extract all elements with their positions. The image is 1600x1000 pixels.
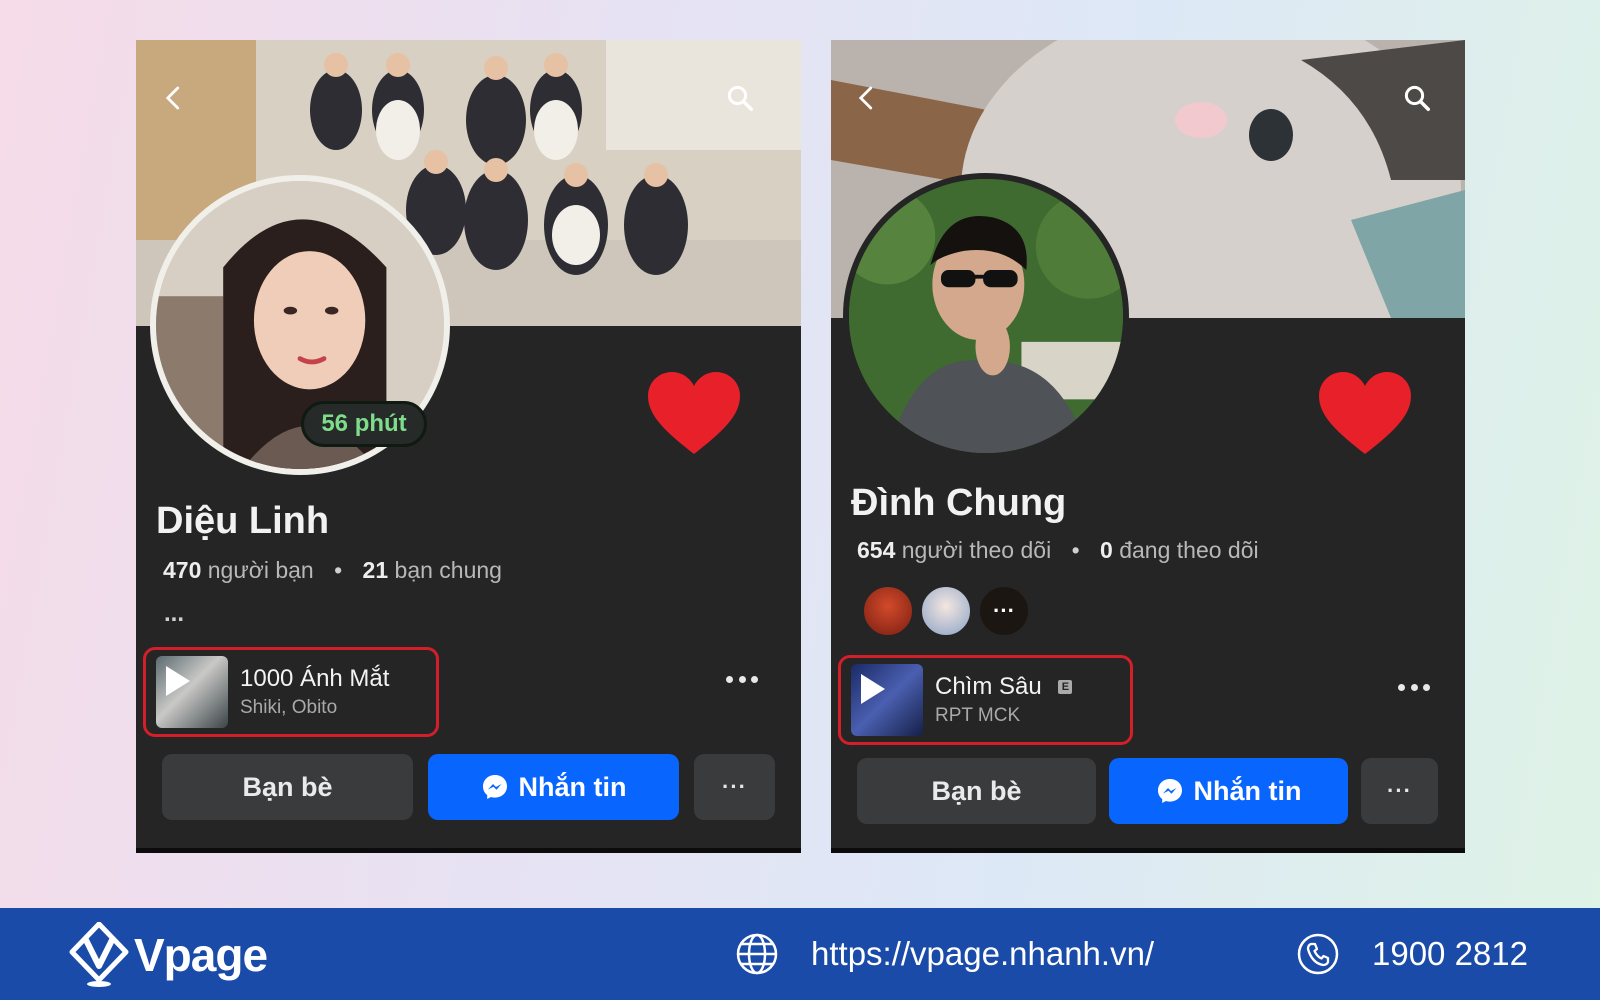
album-art — [156, 656, 228, 728]
back-arrow-icon — [858, 86, 873, 110]
friend-count: 470 — [163, 557, 202, 583]
mutual-avatar[interactable] — [862, 585, 914, 637]
mutual-followers[interactable]: ··· — [862, 585, 1030, 637]
search-button[interactable] — [1397, 78, 1437, 118]
song-title-row: Chìm Sâu E — [935, 673, 1073, 701]
friend-stats: 470 người bạn • 21 bạn chung — [163, 557, 502, 584]
more-options-button[interactable] — [1398, 675, 1430, 699]
profile-music-card[interactable]: 1000 Ánh Mắt Shiki, Obito — [143, 647, 439, 737]
more-actions-button[interactable]: ··· — [694, 754, 775, 820]
follower-count: 654 — [857, 537, 896, 563]
vpage-logo-icon — [69, 922, 129, 987]
song-title: 1000 Ánh Mắt — [240, 665, 390, 692]
profile-music-card[interactable]: Chìm Sâu E RPT MCK — [838, 655, 1133, 745]
website-link[interactable]: https://vpage.nhanh.vn/ — [735, 908, 1154, 1000]
explicit-badge: E — [1058, 680, 1073, 694]
mutual-count-label: bạn chung — [394, 557, 502, 583]
follower-count-label: người theo dõi — [901, 537, 1052, 563]
profile-name: Đình Chung — [851, 482, 1067, 524]
back-button[interactable] — [154, 78, 194, 118]
messenger-icon — [1157, 779, 1182, 803]
more-actions-button[interactable]: ··· — [1361, 758, 1438, 824]
messenger-icon — [482, 775, 507, 799]
bio-ellipsis[interactable]: ... — [164, 600, 184, 628]
heart-icon[interactable] — [1317, 370, 1413, 456]
phone-contact[interactable]: 1900 2812 — [1296, 908, 1528, 1000]
album-art — [851, 664, 923, 736]
footer-banner: Vpage https://vpage.nhanh.vn/ 1900 2812 — [0, 908, 1600, 1000]
back-arrow-icon — [165, 86, 180, 110]
profile-name: Diệu Linh — [156, 500, 330, 542]
mutual-count: 21 — [362, 557, 389, 583]
message-button[interactable]: Nhắn tin — [1109, 758, 1348, 824]
friends-button[interactable]: Bạn bè — [857, 758, 1096, 824]
song-artist: RPT MCK — [935, 705, 1021, 726]
vpage-logo[interactable]: Vpage — [68, 922, 268, 988]
song-artist: Shiki, Obito — [240, 697, 338, 718]
search-icon — [1404, 85, 1430, 111]
heart-icon[interactable] — [646, 370, 742, 456]
friend-count-label: người bạn — [207, 557, 314, 583]
phone-icon — [1297, 933, 1339, 975]
back-button[interactable] — [847, 78, 887, 118]
stats-separator: • — [334, 557, 343, 583]
card-bottom-border — [831, 848, 1465, 853]
card-bottom-border — [136, 848, 801, 853]
mutual-avatar[interactable] — [920, 585, 972, 637]
message-button-label: Nhắn tin — [518, 771, 627, 802]
more-options-button[interactable] — [726, 667, 758, 691]
stats-separator: • — [1071, 537, 1080, 563]
play-icon[interactable] — [861, 674, 885, 704]
phone-number[interactable]: 1900 2812 — [1372, 935, 1528, 973]
following-count-label: đang theo dõi — [1119, 537, 1259, 563]
website-url[interactable]: https://vpage.nhanh.vn/ — [811, 935, 1154, 973]
following-count: 0 — [1100, 537, 1113, 563]
profile-card-dieu-linh: 56 phút Diệu Linh 470 người bạn • 21 bạn… — [136, 40, 801, 853]
song-title: Chìm Sâu — [935, 673, 1042, 700]
mutual-more-avatar[interactable]: ··· — [978, 585, 1030, 637]
message-button[interactable]: Nhắn tin — [428, 754, 679, 820]
play-icon[interactable] — [166, 666, 190, 696]
profile-card-dinh-chung: Đình Chung 654 người theo dõi • 0 đang t… — [831, 40, 1465, 853]
avatar-portrait — [849, 179, 1123, 453]
message-button-label: Nhắn tin — [1193, 775, 1302, 806]
globe-icon — [736, 933, 778, 975]
active-status-badge: 56 phút — [301, 401, 427, 447]
search-button[interactable] — [720, 78, 760, 118]
profile-avatar[interactable] — [843, 173, 1129, 459]
search-icon — [727, 85, 753, 111]
brand-name: Vpage — [134, 929, 268, 981]
friends-button[interactable]: Bạn bè — [162, 754, 413, 820]
follower-stats: 654 người theo dõi • 0 đang theo dõi — [857, 537, 1259, 564]
